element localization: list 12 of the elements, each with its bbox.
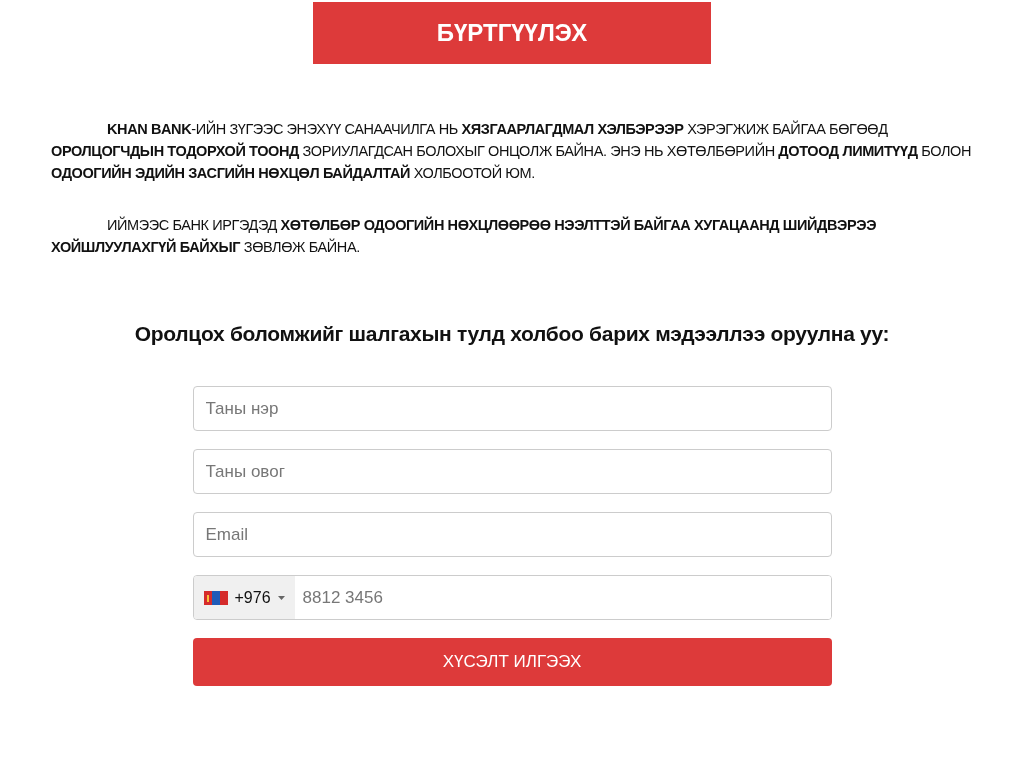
paragraph: KHAN BANK-ИЙН ЗҮГЭЭС ЭНЭХҮҮ САНААЧИЛГА НЬ ХЯЗГААРЛАГДМАЛ ХЭЛБЭРЭЭР ХЭРЭГЖИЖ БАЙГАА БӨГӨӨД ОРОЛЦОГЧДЫН ТОДОРХОЙ ТООНД ЗОРИУЛАГДСАН БОЛОХЫГ ОНЦОЛЖ БАЙНА. ЭНЭ НЬ ХӨТӨЛБӨРИЙН ДОТООД ЛИМИТҮҮД БОЛОН ОДООГИЙН ЭДИЙН ЗАСГИЙН НӨХЦӨЛ БАЙДАЛТАЙ ХОЛБООТОЙ ЮМ. <box>51 119 972 183</box>
banner-title: БҮРТГҮҮЛЭХ <box>436 19 588 47</box>
input-field[interactable]: Таны овог <box>192 449 832 494</box>
input-field[interactable]: Таны нэр <box>192 386 832 431</box>
caret-icon <box>277 595 285 600</box>
submit-button[interactable]: ХҮСЭЛТ ИЛГЭЭХ <box>192 638 832 686</box>
flag-icon <box>203 590 228 605</box>
form-heading: Оролцох боломжийг шалгахын тулд холбоо барих мэдээллээ оруулна уу: <box>134 322 890 346</box>
country-code-dropdown[interactable]: +976 <box>193 576 295 619</box>
phone-field[interactable]: +976 8812 3456 <box>192 575 832 620</box>
paragraph: ИЙМЭЭС БАНК ИРГЭДЭД ХӨТӨЛБӨР ОДООГИЙН НӨХЦЛӨӨРӨӨ НЭЭЛТТЭЙ БАЙГАА ХУГАЦААНД ШИЙДВЭРЭЭ ХОЙШЛУУЛАХГҮЙ БАЙХЫГ ЗӨВЛӨЖ БАЙНА. <box>51 215 878 257</box>
input-field[interactable]: Email <box>192 512 832 557</box>
